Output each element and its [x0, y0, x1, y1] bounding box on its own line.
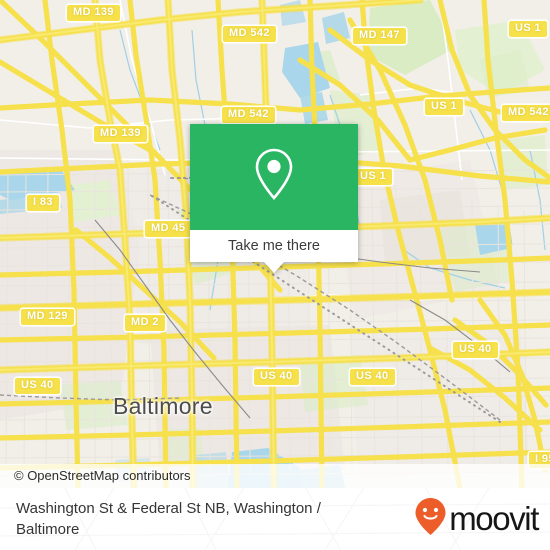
road-shield: MD 2 [124, 314, 166, 332]
road-shield: US 40 [14, 377, 61, 395]
city-label-baltimore: Baltimore [113, 393, 213, 419]
moovit-brand-logo: moovit [414, 497, 539, 542]
take-me-there-popup[interactable]: Take me there [190, 124, 358, 273]
road-shield: US 40 [349, 368, 396, 386]
road-shield: MD 139 [66, 4, 121, 22]
road-shield: US 40 [253, 368, 300, 386]
road-shield: MD 542 [222, 25, 277, 43]
road-shield: MD 139 [93, 125, 148, 143]
road-shield: US 1 [508, 20, 549, 38]
map-pin-icon [251, 146, 297, 209]
moovit-smiley-pin-icon [414, 497, 447, 542]
road-shield: US 1 [424, 98, 465, 116]
map-attribution: © OpenStreetMap contributors [0, 464, 550, 488]
road-shield: MD 147 [352, 27, 407, 45]
road-shield: MD 542 [501, 104, 550, 122]
moovit-stop-card: .land { fill:#f2efe9; } .green { fill:#d… [0, 0, 550, 550]
road-shield: US 1 [353, 168, 394, 186]
stop-info-footer: Washington St & Federal St NB, Washingto… [0, 488, 550, 550]
stop-title: Washington St & Federal St NB, Washingto… [16, 500, 321, 538]
popup-pointer [264, 262, 284, 273]
road-shield: MD 542 [221, 106, 276, 124]
map-viewport[interactable]: .land { fill:#f2efe9; } .green { fill:#d… [0, 0, 550, 488]
road-shield: MD 45 [144, 220, 193, 238]
road-shield: I 83 [26, 194, 60, 212]
popup-image-area [190, 124, 358, 230]
take-me-there-button[interactable]: Take me there [190, 230, 358, 262]
road-shield: MD 129 [20, 308, 75, 326]
moovit-wordmark: moovit [449, 500, 539, 537]
road-shield: US 40 [452, 341, 499, 359]
